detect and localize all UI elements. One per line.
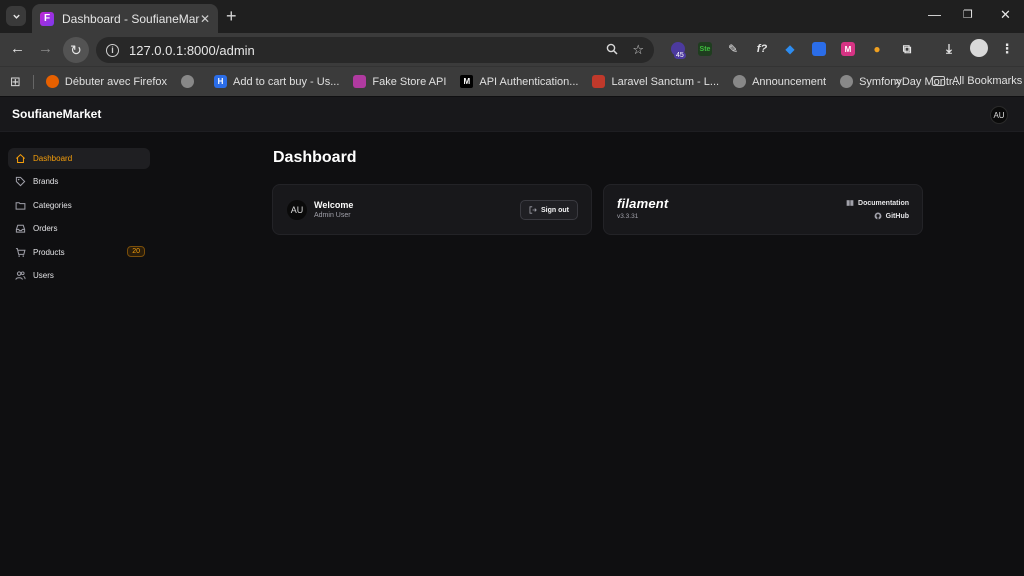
- app-topbar: SoufianeMarket AU: [0, 97, 1024, 132]
- tab-title: Dashboard - SoufianeMarket: [62, 11, 200, 26]
- reload-icon[interactable]: ↻: [63, 37, 89, 63]
- minimize-window-icon[interactable]: —: [928, 7, 941, 22]
- globe-icon: [840, 75, 854, 88]
- user-menu-avatar[interactable]: AU: [990, 106, 1008, 124]
- cart-icon: [14, 246, 26, 258]
- home-icon: [14, 153, 26, 165]
- main-content: Dashboard: [273, 149, 357, 183]
- filament-version: v3.3.31: [617, 213, 639, 220]
- extension-icon[interactable]: M: [841, 42, 855, 56]
- forward-icon[interactable]: →: [38, 41, 53, 57]
- sidebar-item-label: Products: [33, 247, 65, 257]
- document-extension-icon[interactable]: [812, 42, 826, 56]
- bookmark-item[interactable]: [181, 75, 200, 88]
- brand-logo[interactable]: SoufianeMarket: [12, 107, 101, 121]
- bookmark-item[interactable]: Announcement: [733, 75, 826, 88]
- avatar: AU: [287, 200, 307, 220]
- folder-icon: [14, 199, 26, 211]
- address-bar[interactable]: i 127.0.0.1:8000/admin ☆: [96, 37, 654, 63]
- sidebar-item-label: Categories: [33, 200, 72, 210]
- menu-dots-icon[interactable]: ⋮: [1000, 41, 1014, 56]
- sidebar-item-label: Orders: [33, 224, 58, 234]
- download-icon[interactable]: ⤓: [942, 41, 956, 56]
- admin-app: SoufianeMarket AU Dashboard Brands Categ…: [0, 97, 1024, 576]
- bookmark-item[interactable]: Débuter avec Firefox: [45, 75, 167, 88]
- restore-window-icon[interactable]: ❐: [963, 8, 973, 21]
- welcome-user-name: Admin User: [314, 212, 351, 219]
- hi-icon: H: [214, 75, 228, 88]
- sidebar-item-label: Brands: [33, 177, 59, 187]
- all-bookmarks-button[interactable]: All Bookmarks: [932, 75, 1022, 87]
- github-link[interactable]: GitHub: [874, 212, 909, 220]
- laravel-icon: [592, 75, 606, 88]
- bookmark-item[interactable]: H Add to cart buy - Us...: [214, 75, 339, 88]
- puzzle-icon[interactable]: ⧉: [900, 42, 914, 56]
- welcome-title: Welcome: [314, 200, 354, 210]
- documentation-link[interactable]: Documentation: [846, 199, 909, 207]
- sidebar-item-products[interactable]: Products 20: [8, 242, 150, 263]
- sidebar-nav: Dashboard Brands Categories Orders Produ…: [8, 148, 150, 288]
- github-icon: [874, 212, 882, 220]
- products-count-badge: 20: [127, 245, 145, 257]
- globe-icon: [733, 75, 747, 88]
- page-title: Dashboard: [273, 149, 357, 166]
- function-icon[interactable]: f?: [755, 42, 769, 56]
- welcome-widget: AU Welcome Admin User Sign out: [272, 184, 592, 235]
- globe-icon: [181, 75, 195, 88]
- filament-favicon-icon: F: [40, 11, 54, 26]
- url-text[interactable]: 127.0.0.1:8000/admin: [129, 43, 592, 58]
- sidebar-item-orders[interactable]: Orders: [8, 218, 150, 239]
- inbox-icon: [14, 223, 26, 235]
- apps-grid-icon[interactable]: ⊞: [10, 74, 21, 90]
- sidebar-item-label: Users: [33, 270, 54, 280]
- store-icon: [353, 75, 367, 88]
- close-window-icon[interactable]: ✕: [1000, 7, 1011, 23]
- sidebar-item-label: Dashboard: [33, 154, 73, 163]
- more-bookmarks-button[interactable]: »: [895, 74, 902, 88]
- sidebar-item-brands[interactable]: Brands: [8, 171, 150, 192]
- sidebar-item-dashboard[interactable]: Dashboard: [8, 148, 150, 169]
- medium-icon: M: [460, 75, 474, 88]
- users-icon: [14, 269, 26, 281]
- sidebar-item-users[interactable]: Users: [8, 265, 150, 286]
- eyedropper-icon[interactable]: ✎: [726, 42, 740, 56]
- logout-icon: [529, 206, 537, 214]
- bookmark-item[interactable]: Laravel Sanctum - L...: [592, 75, 719, 88]
- firefox-icon: [45, 75, 59, 88]
- bookmark-star-icon[interactable]: ☆: [632, 42, 644, 58]
- chevron-down-icon: [12, 14, 20, 19]
- sign-out-button[interactable]: Sign out: [520, 200, 578, 220]
- filament-logo: filament: [617, 196, 669, 211]
- book-icon: [846, 200, 854, 206]
- filament-info-widget: filament v3.3.31 Documentation GitHub: [603, 184, 923, 235]
- bookmark-item[interactable]: Fake Store API: [353, 75, 446, 88]
- site-info-icon[interactable]: i: [106, 43, 119, 57]
- profile-avatar[interactable]: [970, 39, 988, 57]
- browser-toolbar: ← → ↻ i 127.0.0.1:8000/admin ☆ 45 Ste ✎ …: [0, 33, 1024, 66]
- extension-icon[interactable]: ●: [870, 42, 884, 56]
- bookmarks-bar: ⊞ Débuter avec Firefox H Add to cart buy …: [0, 66, 1024, 96]
- extension-icon[interactable]: Ste: [698, 42, 712, 56]
- zoom-icon[interactable]: [606, 43, 618, 58]
- bookmark-item[interactable]: M API Authentication...: [460, 75, 578, 88]
- back-icon[interactable]: ←: [10, 41, 25, 57]
- browser-tab-strip: F Dashboard - SoufianeMarket ✕ + — ❐ ✕: [0, 0, 1024, 33]
- folder-icon: [932, 76, 945, 86]
- close-tab-icon[interactable]: ✕: [200, 12, 210, 26]
- divider: [32, 74, 34, 89]
- sidebar-item-categories[interactable]: Categories: [8, 195, 150, 216]
- diamond-icon[interactable]: ◆: [783, 42, 797, 56]
- browser-tab[interactable]: F Dashboard - SoufianeMarket ✕: [32, 4, 218, 33]
- tab-search-button[interactable]: [6, 6, 26, 26]
- new-tab-button[interactable]: +: [226, 7, 237, 25]
- tag-icon: [14, 176, 26, 188]
- extension-badge: 45: [674, 52, 686, 59]
